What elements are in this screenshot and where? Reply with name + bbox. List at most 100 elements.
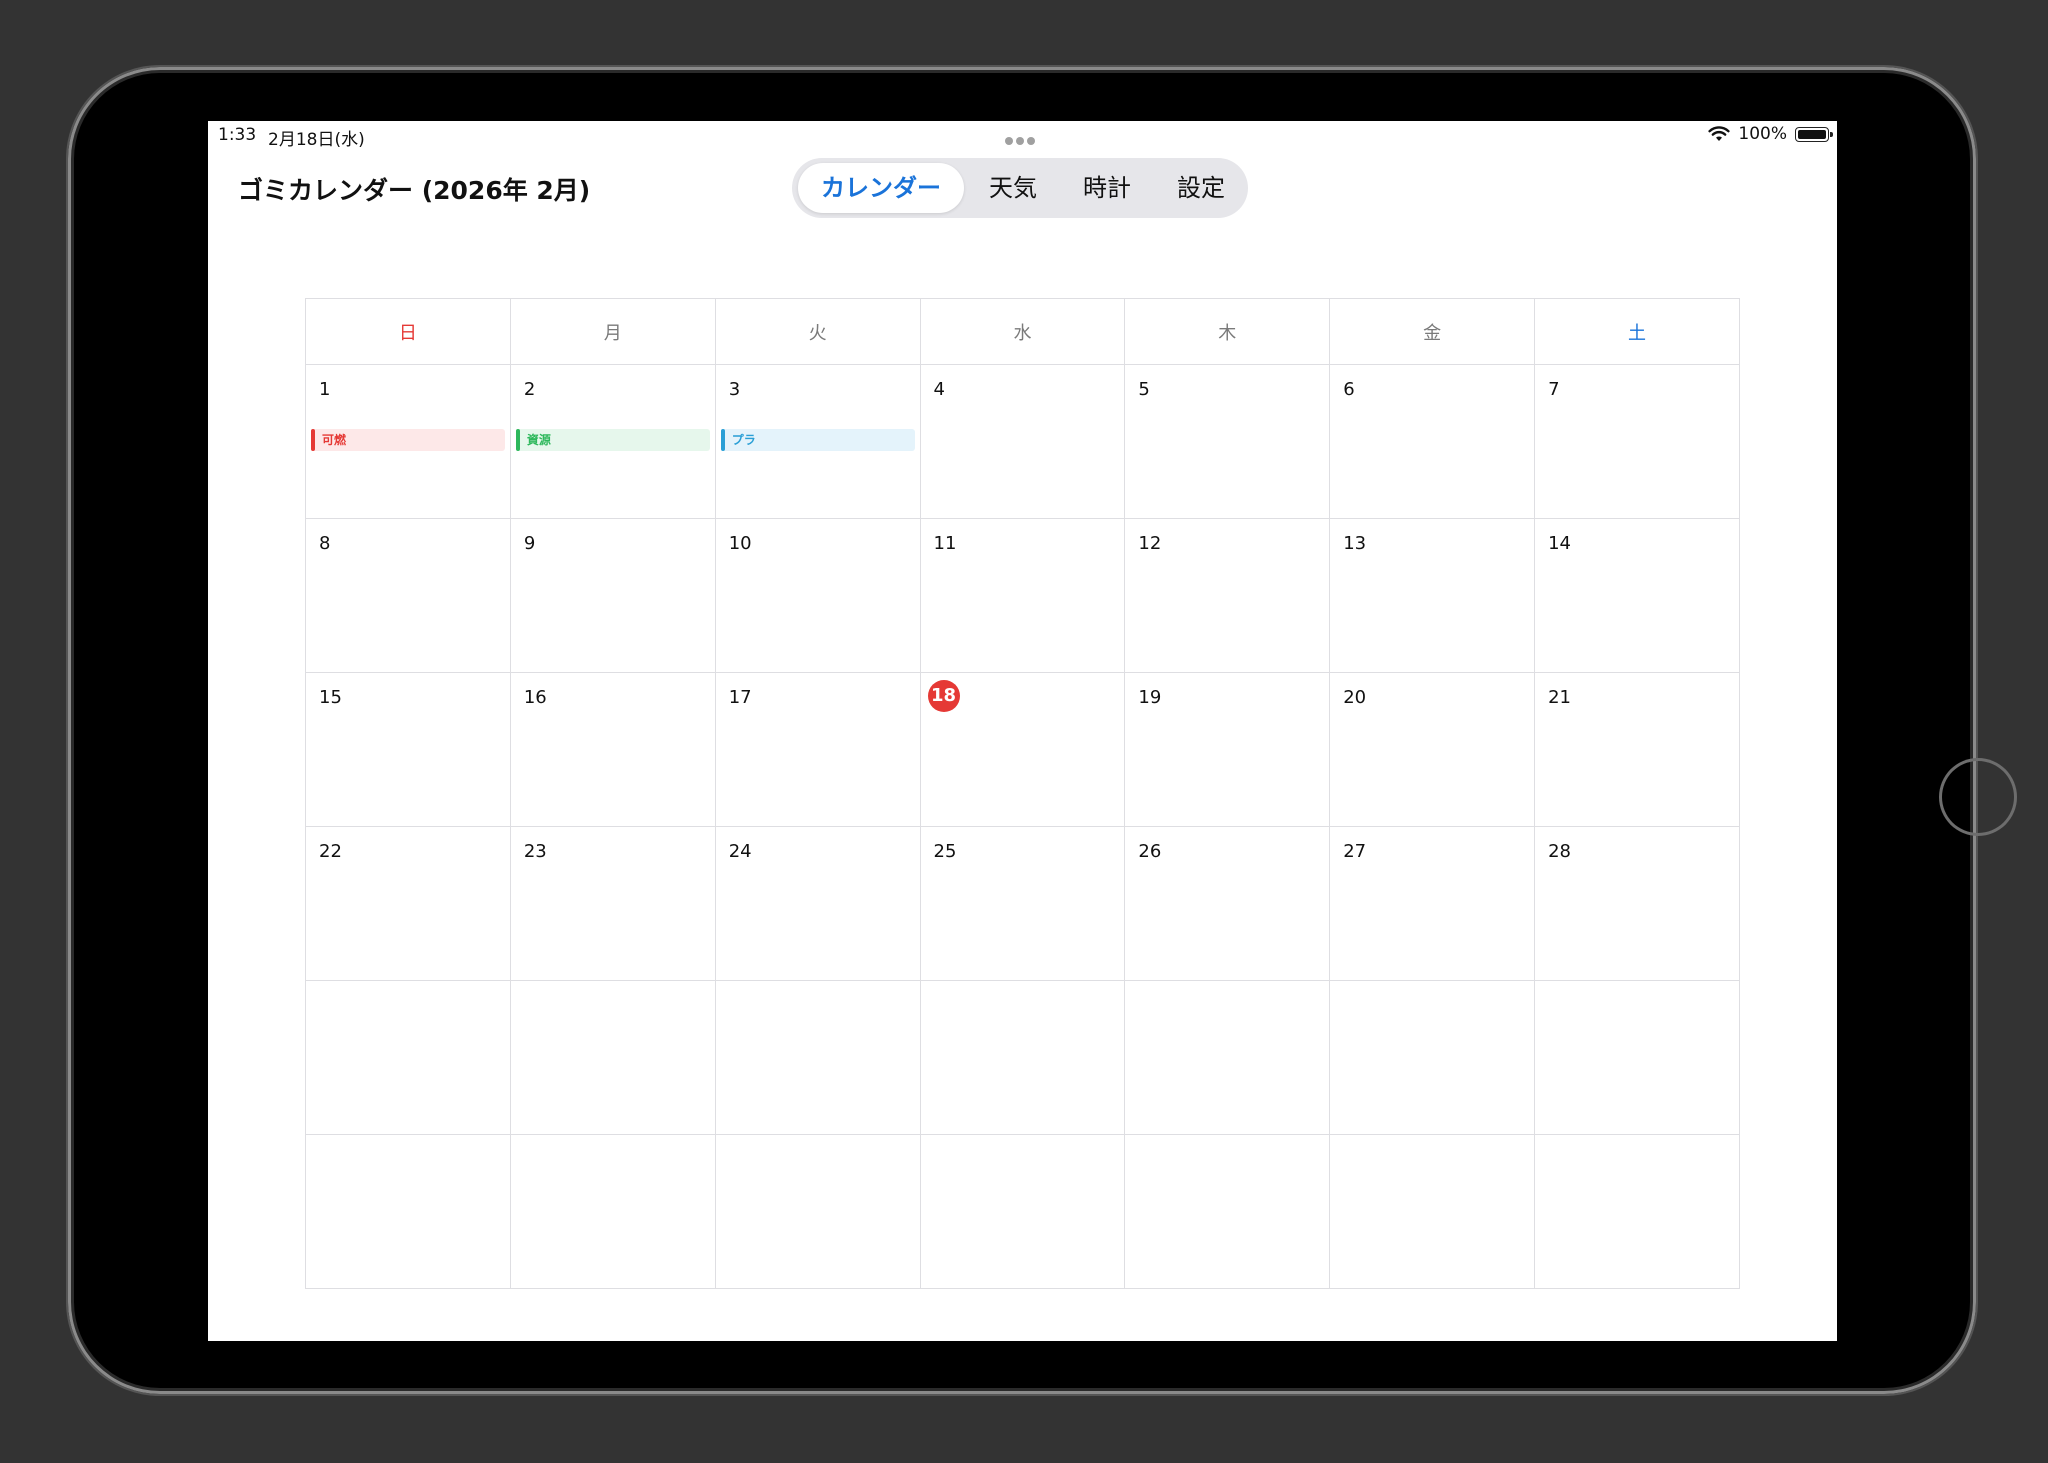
day-number: 16 — [523, 687, 547, 708]
calendar-day-cell[interactable] — [1534, 1134, 1740, 1289]
calendar-day-cell[interactable] — [1124, 980, 1331, 1135]
day-number: 9 — [523, 533, 536, 554]
calendar-day-cell[interactable]: 23 — [509, 826, 716, 981]
day-number: 6 — [1343, 379, 1355, 400]
weekday-mon: 月 — [509, 298, 716, 365]
garbage-event-chip[interactable]: 資源 — [515, 429, 710, 451]
calendar-day-cell[interactable]: 2 資源 — [509, 364, 716, 519]
tab-settings[interactable]: 設定 — [1156, 163, 1246, 213]
calendar-day-cell[interactable]: 7 — [1534, 364, 1740, 519]
calendar-day-cell[interactable]: 10 — [714, 518, 921, 673]
today-badge: 18 — [927, 680, 960, 712]
calendar-day-cell[interactable] — [509, 980, 716, 1135]
day-number: 10 — [728, 533, 752, 554]
calendar-day-cell[interactable] — [919, 980, 1126, 1135]
calendar-day-cell[interactable]: 1 可燃 — [305, 364, 511, 519]
calendar-day-cell[interactable]: 12 — [1124, 518, 1331, 673]
wifi-icon — [1708, 126, 1730, 141]
day-number: 26 — [1138, 841, 1162, 862]
calendar-day-cell[interactable] — [714, 1134, 921, 1289]
calendar-day-cell[interactable]: 20 — [1329, 672, 1536, 827]
day-number: 17 — [728, 687, 752, 708]
day-number: 24 — [728, 841, 752, 862]
day-number: 25 — [933, 841, 957, 862]
day-number: 20 — [1343, 687, 1367, 708]
calendar-day-cell[interactable] — [305, 980, 511, 1135]
status-time: 1:33 — [218, 125, 257, 145]
garbage-event-chip[interactable]: プラ — [720, 429, 915, 451]
calendar-day-cell[interactable]: 5 — [1124, 364, 1331, 519]
calendar-week-row: 22 23 24 25 26 27 28 — [305, 826, 1740, 981]
calendar-day-cell[interactable] — [1534, 980, 1740, 1135]
weekday-wed: 水 — [919, 298, 1126, 365]
battery-icon — [1795, 126, 1833, 142]
weekday-sat: 土 — [1534, 298, 1740, 365]
event-label: 資源 — [526, 433, 551, 447]
calendar-day-cell[interactable] — [1329, 980, 1536, 1135]
event-color-bar — [720, 429, 725, 451]
day-number: 28 — [1548, 841, 1571, 862]
calendar-week-row — [305, 1134, 1740, 1289]
battery-percent: 100% — [1738, 124, 1787, 144]
calendar-day-cell[interactable] — [1329, 1134, 1536, 1289]
calendar-day-cell[interactable] — [305, 1134, 511, 1289]
calendar-day-cell[interactable]: 16 — [509, 672, 716, 827]
calendar-day-cell[interactable]: 3 プラ — [714, 364, 921, 519]
calendar-day-cell[interactable]: 26 — [1124, 826, 1331, 981]
calendar-week-row: 1 可燃 2 資源 3 プラ 4 5 6 7 — [305, 364, 1740, 519]
tab-weather[interactable]: 天気 — [968, 163, 1058, 213]
day-number: 2 — [523, 379, 536, 400]
calendar-day-cell[interactable] — [919, 1134, 1126, 1289]
calendar-day-cell[interactable]: 14 — [1534, 518, 1740, 673]
calendar-day-cell[interactable]: 9 — [509, 518, 716, 673]
tab-calendar[interactable]: カレンダー — [798, 163, 964, 213]
day-number: 23 — [523, 841, 547, 862]
calendar-day-cell[interactable] — [509, 1134, 716, 1289]
calendar-day-cell[interactable]: 19 — [1124, 672, 1331, 827]
event-color-bar — [311, 429, 315, 451]
calendar-week-row — [305, 980, 1740, 1135]
calendar-day-cell[interactable]: 6 — [1329, 364, 1536, 519]
calendar-day-cell[interactable]: 11 — [919, 518, 1126, 673]
calendar-week-row: 15 16 17 18 19 20 21 — [305, 672, 1740, 827]
calendar-day-cell[interactable]: 4 — [919, 364, 1126, 519]
calendar-day-cell[interactable] — [1124, 1134, 1331, 1289]
calendar-day-cell[interactable]: 28 — [1534, 826, 1740, 981]
calendar-day-cell[interactable]: 18 — [919, 672, 1126, 827]
calendar-day-cell[interactable]: 21 — [1534, 672, 1740, 827]
weekday-tue: 火 — [714, 298, 921, 365]
calendar-day-cell[interactable]: 24 — [714, 826, 921, 981]
day-number: 4 — [933, 379, 945, 400]
weekday-thu: 木 — [1124, 298, 1331, 365]
day-number: 27 — [1343, 841, 1367, 862]
calendar-week-row: 8 9 10 11 12 13 14 — [305, 518, 1740, 673]
app-screen: 1:33 2月18日(水) 100% ゴミカレンダー (2026年 2月) カレ… — [208, 121, 1837, 1341]
calendar-day-cell[interactable] — [714, 980, 921, 1135]
day-number: 11 — [933, 533, 957, 554]
calendar-day-cell[interactable]: 27 — [1329, 826, 1536, 981]
home-button[interactable] — [1939, 758, 2017, 836]
calendar-day-cell[interactable]: 22 — [305, 826, 511, 981]
weekday-sun: 日 — [305, 298, 511, 365]
tab-clock[interactable]: 時計 — [1062, 163, 1152, 213]
month-calendar: 日月火水木金土 1 可燃 2 資源 3 プラ 4 5 6 7 8 9 10 11 12 13 14 15 16 17 1… — [305, 298, 1740, 1289]
garbage-event-chip[interactable]: 可燃 — [311, 429, 505, 451]
calendar-day-cell[interactable]: 25 — [919, 826, 1126, 981]
day-number: 3 — [728, 379, 741, 400]
day-number: 22 — [319, 841, 342, 862]
day-number: 7 — [1548, 379, 1560, 400]
status-date: 2月18日(水) — [268, 130, 365, 150]
event-color-bar — [515, 429, 520, 451]
day-number: 21 — [1548, 687, 1571, 708]
day-number: 12 — [1138, 533, 1162, 554]
day-number: 19 — [1138, 687, 1162, 708]
calendar-day-cell[interactable]: 17 — [714, 672, 921, 827]
page-title: ゴミカレンダー (2026年 2月) — [238, 176, 591, 205]
multitasking-dots-icon[interactable] — [1005, 130, 1039, 145]
weekday-fri: 金 — [1329, 298, 1536, 365]
day-number: 13 — [1343, 533, 1367, 554]
calendar-day-cell[interactable]: 8 — [305, 518, 511, 673]
segmented-tab-bar: カレンダー 天気 時計 設定 — [792, 158, 1248, 218]
calendar-day-cell[interactable]: 13 — [1329, 518, 1536, 673]
calendar-day-cell[interactable]: 15 — [305, 672, 511, 827]
